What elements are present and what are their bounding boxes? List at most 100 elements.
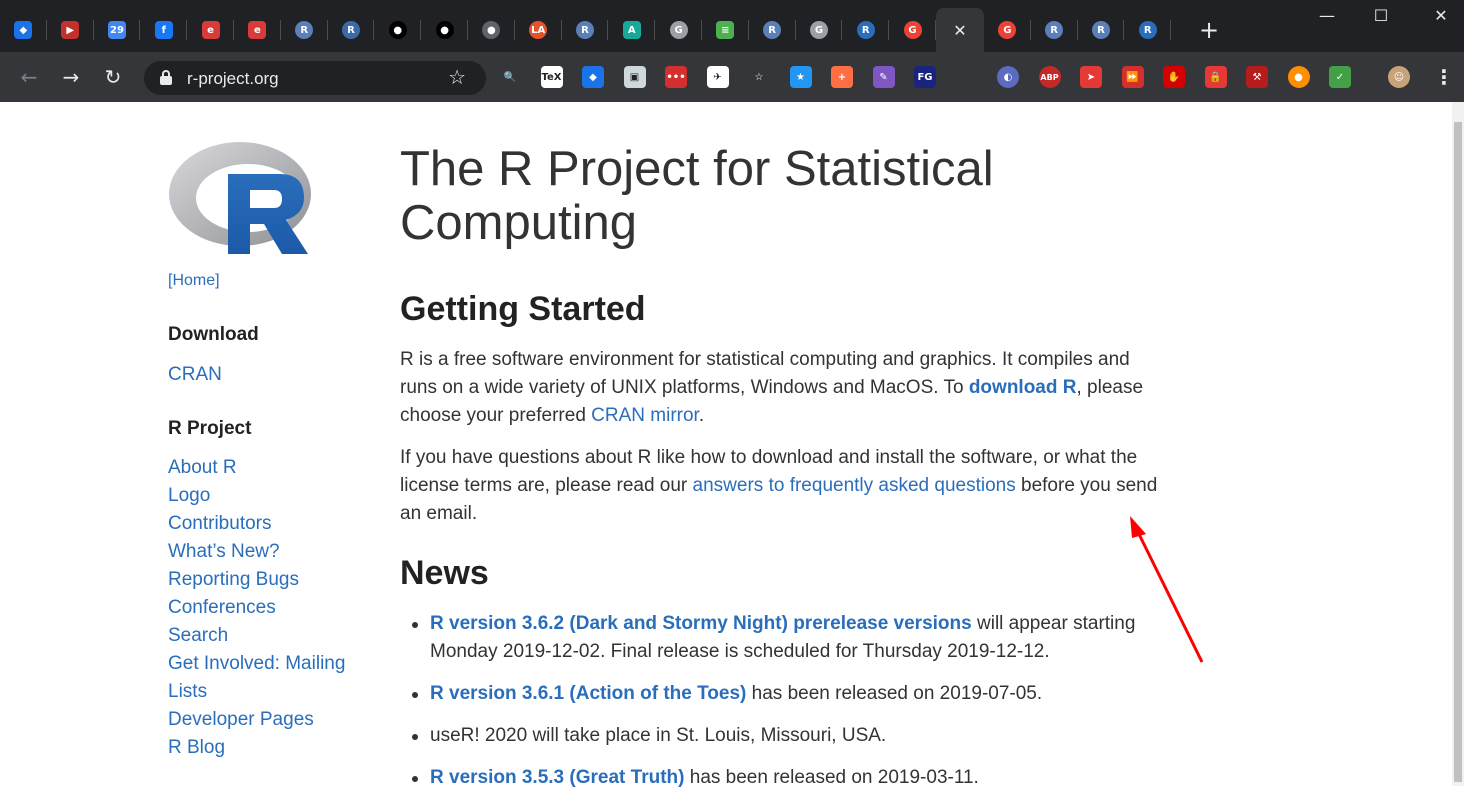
sidebar-logo-link[interactable]: Logo: [168, 485, 210, 507]
browser-tab[interactable]: ●: [421, 8, 468, 52]
minimize-button[interactable]: —: [1312, 6, 1342, 25]
menu-dots-icon[interactable]: ⋮: [1434, 65, 1454, 89]
plus-icon[interactable]: +: [831, 66, 853, 88]
close-tab-icon[interactable]: ✕: [953, 21, 966, 40]
address-bar[interactable]: r-project.org ☆: [144, 61, 486, 95]
browser-tab[interactable]: R: [1124, 8, 1171, 52]
r-logo-icon: R: [1045, 21, 1064, 39]
moon-icon[interactable]: ◐: [997, 66, 1019, 88]
browser-tab[interactable]: G: [889, 8, 936, 52]
shield-lock-icon[interactable]: 🔒: [1204, 66, 1227, 88]
sidebar-mailing-lists-link[interactable]: Get Involved: Mailing: [168, 653, 345, 675]
abp-icon[interactable]: ABP: [1038, 66, 1061, 88]
scrollbar[interactable]: [1452, 102, 1464, 786]
shield-check-icon[interactable]: ✓: [1329, 66, 1351, 88]
gem-icon[interactable]: ◆: [582, 66, 604, 88]
red-circle-icon: e: [248, 21, 267, 39]
active-tab[interactable]: ✕: [935, 8, 984, 52]
browser-tab[interactable]: R: [328, 8, 375, 52]
dots-icon[interactable]: •••: [665, 66, 687, 88]
la-icon: LA: [529, 21, 548, 39]
sidebar-cran-link[interactable]: CRAN: [168, 364, 222, 386]
blank-icon[interactable]: [955, 66, 978, 88]
browser-tab[interactable]: R: [842, 8, 889, 52]
scrollbar-thumb[interactable]: [1454, 122, 1462, 782]
sidebar-about-link[interactable]: About R: [168, 457, 237, 479]
browser-tab[interactable]: ◆: [0, 8, 47, 52]
sidebar-mailing-lists-link-cont[interactable]: Lists: [168, 681, 207, 703]
forward-arrow-icon[interactable]: →: [58, 64, 84, 90]
r-logo-icon: R: [856, 21, 875, 39]
star-badge-icon[interactable]: ★: [789, 66, 812, 88]
calendar-icon: 29: [107, 21, 126, 39]
new-tab-button[interactable]: +: [1196, 18, 1222, 44]
browser-tab[interactable]: LA: [515, 8, 562, 52]
star-outline-icon[interactable]: ☆: [748, 66, 770, 88]
getting-started-heading: Getting Started: [400, 290, 646, 328]
red-circle-icon: e: [201, 21, 220, 39]
news-link-3-6-1[interactable]: R version 3.6.1 (Action of the Toes): [430, 683, 746, 704]
browser-tab[interactable]: e: [187, 8, 234, 52]
browser-tab[interactable]: R: [1031, 8, 1078, 52]
download-r-link[interactable]: download R: [969, 377, 1077, 398]
web-page: [Home] Download CRAN R Project About R L…: [0, 102, 1452, 788]
r-logo-icon: R: [763, 21, 782, 39]
browser-tab[interactable]: G: [796, 8, 843, 52]
sidebar-home-link[interactable]: [Home]: [168, 272, 220, 290]
tools-icon[interactable]: ⚒: [1246, 66, 1268, 88]
browser-tab[interactable]: ≡: [702, 8, 749, 52]
sidebar-developer-pages-link[interactable]: Developer Pages: [168, 709, 314, 731]
cran-mirror-link[interactable]: CRAN mirror: [591, 405, 699, 426]
news-link-3-6-2[interactable]: R version 3.6.2 (Dark and Stormy Night) …: [430, 613, 972, 634]
globe-icon: ●: [482, 21, 501, 39]
sidebar-search-link[interactable]: Search: [168, 625, 228, 647]
news-item: R version 3.5.3 (Great Truth) has been r…: [410, 764, 1170, 792]
back-arrow-icon[interactable]: ←: [16, 64, 42, 90]
hand-stop-icon[interactable]: ✋: [1163, 66, 1185, 88]
feather-icon[interactable]: ✎: [872, 66, 895, 88]
bookmark-star-icon[interactable]: ☆: [448, 65, 466, 89]
tex-icon[interactable]: TeX: [540, 66, 563, 88]
maximize-button[interactable]: ☐: [1366, 6, 1396, 25]
browser-tab[interactable]: ●: [468, 8, 515, 52]
browser-tab[interactable]: R: [749, 8, 796, 52]
faq-link[interactable]: answers to frequently asked questions: [693, 475, 1016, 496]
rocket-red-icon[interactable]: ➤: [1080, 66, 1102, 88]
rocket-icon[interactable]: ✈: [706, 66, 729, 88]
browser-tab[interactable]: R: [281, 8, 328, 52]
browser-tab[interactable]: 29: [94, 8, 141, 52]
sidebar-whats-new-link[interactable]: What’s New?: [168, 541, 280, 563]
sidebar-reporting-bugs-link[interactable]: Reporting Bugs: [168, 569, 299, 591]
browser-tab[interactable]: A: [608, 8, 655, 52]
sidebar-conferences-link[interactable]: Conferences: [168, 597, 276, 619]
browser-tab[interactable]: R: [1078, 8, 1125, 52]
browser-tab[interactable]: f: [140, 8, 187, 52]
reload-icon[interactable]: ↻: [100, 64, 126, 90]
url-text: r-project.org: [187, 69, 279, 88]
document-icon: ≡: [716, 21, 735, 39]
close-window-button[interactable]: ✕: [1426, 6, 1456, 25]
circle-orange-icon[interactable]: ●: [1287, 66, 1310, 88]
image-icon[interactable]: ▣: [623, 66, 646, 88]
browser-tab[interactable]: G: [984, 8, 1031, 52]
news-item: R version 3.6.2 (Dark and Stormy Night) …: [410, 610, 1170, 666]
tab-list: ◆ ▶ 29 f e e R R ● ● ● LA R A G ≡ R G R G ✕ G R R R: [0, 8, 1171, 52]
sidebar-r-blog-link[interactable]: R Blog: [168, 737, 225, 759]
google-icon: G: [669, 21, 688, 39]
profile-avatar[interactable]: ☺: [1388, 66, 1410, 88]
browser-tab[interactable]: ▶: [47, 8, 94, 52]
fg-icon[interactable]: FG: [914, 66, 936, 88]
browser-tab[interactable]: G: [655, 8, 702, 52]
browser-tab[interactable]: e: [234, 8, 281, 52]
google-icon: G: [903, 21, 922, 39]
fast-forward-icon[interactable]: ⏩: [1121, 66, 1144, 88]
magnifier-icon[interactable]: 🔍: [499, 66, 521, 88]
sidebar-contributors-link[interactable]: Contributors: [168, 513, 272, 535]
sidebar-project-heading: R Project: [168, 418, 252, 439]
r-logo-icon: R: [295, 21, 314, 39]
news-link-3-5-3[interactable]: R version 3.5.3 (Great Truth): [430, 767, 684, 788]
browser-tab[interactable]: R: [562, 8, 609, 52]
r-logo-icon: R: [575, 21, 594, 39]
github-icon: ●: [435, 21, 454, 39]
browser-tab[interactable]: ●: [374, 8, 421, 52]
